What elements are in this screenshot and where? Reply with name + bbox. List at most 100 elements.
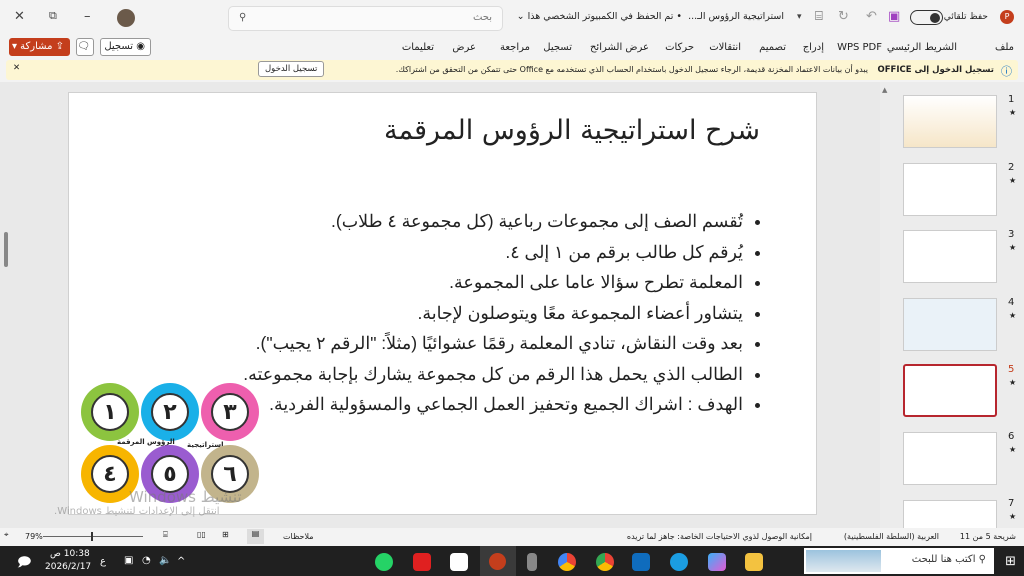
whatsapp-icon[interactable] bbox=[375, 553, 393, 571]
bullet-item: المعلمة تطرح سؤالا عاما على المجموعة. bbox=[243, 267, 743, 298]
minimize-button[interactable]: – bbox=[84, 9, 91, 24]
avatar[interactable] bbox=[117, 9, 135, 27]
notifications-icon[interactable]: 🗩 bbox=[17, 553, 31, 575]
close-notification-icon[interactable]: ✕ bbox=[13, 63, 20, 73]
input-language[interactable]: ع bbox=[100, 556, 106, 567]
badge-number: ٣ bbox=[211, 393, 249, 431]
slide-number: 4 bbox=[1008, 297, 1015, 308]
file-title[interactable]: استراتيجية الرؤوس الـ... • تم الحفظ في ا… bbox=[517, 11, 784, 22]
chrome-icon[interactable] bbox=[596, 553, 614, 571]
status-bar: شريحة 5 من 11 العربية (السلطة الفلسطينية… bbox=[0, 528, 1024, 546]
slide-number: 1 bbox=[1008, 94, 1015, 105]
slide-thumbnail-1[interactable] bbox=[903, 95, 997, 148]
thumbnails-scrollbar[interactable]: ▲ bbox=[882, 86, 888, 526]
recorder-icon[interactable] bbox=[527, 553, 537, 571]
slide-counter: شريحة 5 من 11 bbox=[959, 532, 1016, 541]
redo-icon[interactable]: ↻ bbox=[838, 9, 849, 24]
autosave-toggle[interactable] bbox=[910, 10, 943, 25]
zoom-slider[interactable] bbox=[28, 532, 143, 541]
comments-button[interactable]: 🗨 bbox=[76, 38, 94, 56]
customize-qat-icon[interactable]: ▾ bbox=[797, 12, 802, 22]
taskbar-search[interactable]: ⚲ اكتب هنا للبحث bbox=[804, 548, 994, 574]
slide-sorter-icon[interactable]: ⊞ bbox=[222, 530, 229, 539]
tab-insert[interactable]: إدراج bbox=[803, 42, 824, 53]
chrome-profile-icon[interactable] bbox=[558, 553, 576, 571]
slide-canvas[interactable]: شرح استراتيجية الرؤوس المرقمة تُقسم الصف… bbox=[54, 92, 817, 517]
bullet-item: تُقسم الصف إلى مجموعات رباعية (كل مجموعة… bbox=[243, 206, 743, 237]
close-button[interactable]: ✕ bbox=[14, 9, 25, 24]
slide-number: 2 bbox=[1008, 162, 1015, 173]
slide-scrollbar[interactable] bbox=[868, 84, 874, 524]
slide-number: 7 bbox=[1008, 498, 1015, 509]
clock-time[interactable]: 10:38 ص bbox=[50, 549, 90, 559]
record-button[interactable]: ◉ تسجيل bbox=[100, 38, 151, 56]
number-badge-1: ١ bbox=[81, 383, 139, 441]
powerpoint-icon: P bbox=[1000, 10, 1014, 24]
badge-number: ٢ bbox=[151, 393, 189, 431]
bullet-list[interactable]: تُقسم الصف إلى مجموعات رباعية (كل مجموعة… bbox=[243, 206, 761, 420]
slide-thumbnail-2[interactable] bbox=[903, 163, 997, 216]
save-icon[interactable]: ▣ bbox=[888, 9, 900, 24]
notification-message: يبدو أن بيانات الاعتماد المخزنة قديمة، ا… bbox=[395, 65, 868, 74]
zoom-level[interactable]: 79% bbox=[25, 532, 43, 541]
language-status[interactable]: العربية (السلطة الفلسطينية) bbox=[844, 532, 939, 541]
info-icon: ⓘ bbox=[1001, 65, 1012, 78]
slide-thumbnail-6[interactable] bbox=[903, 432, 997, 485]
vertical-scrollbar[interactable] bbox=[4, 232, 8, 267]
zoom-thumb[interactable] bbox=[91, 532, 93, 541]
search-highlight-image bbox=[806, 550, 881, 572]
bullet-item: يتشاور أعضاء المجموعة معًا ويتوصلون لإجا… bbox=[243, 298, 743, 329]
present-icon[interactable]: ⌸ bbox=[815, 9, 823, 24]
show-hidden-icons[interactable]: ^ bbox=[177, 556, 185, 567]
tab-view[interactable]: عرض bbox=[452, 42, 476, 53]
notification-title: تسجيل الدخول إلى OFFICE bbox=[877, 65, 995, 75]
start-button[interactable]: ⊞ bbox=[1005, 554, 1016, 569]
powerpoint-taskbar-icon[interactable] bbox=[480, 546, 516, 576]
tab-wps-pdf[interactable]: WPS PDF bbox=[837, 42, 882, 53]
copilot-icon[interactable] bbox=[708, 553, 726, 571]
tab-review[interactable]: مراجعة bbox=[500, 42, 530, 53]
outlook-icon[interactable] bbox=[632, 553, 650, 571]
slideshow-icon[interactable]: ⌸ bbox=[163, 530, 168, 540]
notification-bar: ⓘ تسجيل الدخول إلى OFFICE يبدو أن بيانات… bbox=[6, 60, 1018, 80]
tab-transitions[interactable]: انتقالات bbox=[709, 42, 741, 53]
wifi-icon[interactable]: ◔ bbox=[142, 555, 151, 566]
tab-slideshow[interactable]: عرض الشرائح bbox=[590, 42, 649, 53]
file-explorer-icon[interactable] bbox=[745, 553, 763, 571]
restore-button[interactable]: ⧉ bbox=[49, 9, 57, 23]
notes-button[interactable]: ملاحظات bbox=[283, 532, 314, 541]
undo-icon[interactable]: ↶ bbox=[866, 9, 877, 24]
normal-view-icon[interactable]: ▤ bbox=[247, 529, 264, 544]
edge-icon[interactable] bbox=[670, 553, 688, 571]
fit-slide-icon[interactable]: ⌖ bbox=[4, 530, 9, 540]
tab-help[interactable]: تعليمات bbox=[402, 42, 434, 53]
slide-title[interactable]: شرح استراتيجية الرؤوس المرقمة bbox=[384, 115, 760, 146]
slide-thumbnail-3[interactable] bbox=[903, 230, 997, 283]
search-placeholder: بحث bbox=[472, 12, 492, 23]
sign-in-button[interactable]: تسجيل الدخول bbox=[258, 61, 325, 77]
slide-thumbnail-7[interactable] bbox=[903, 500, 997, 530]
store-icon[interactable] bbox=[450, 553, 468, 571]
animation-star-icon: ★ bbox=[1009, 445, 1017, 454]
network-icon[interactable]: ▣ bbox=[124, 555, 133, 566]
wps-icon[interactable] bbox=[413, 553, 431, 571]
number-badge-2: ٢ bbox=[141, 383, 199, 441]
clock-date[interactable]: 2026/2/17 bbox=[45, 562, 91, 572]
volume-icon[interactable]: 🔈 bbox=[159, 555, 171, 566]
slide-thumbnail-4[interactable] bbox=[903, 298, 997, 351]
slide-thumbnails-panel: ▲ 1 ★ 2 ★ 3 ★ 4 ★ 5 ★ 6 ★ 7 ★ bbox=[880, 82, 1024, 530]
accessibility-status[interactable]: إمكانية الوصول لذوي الاحتياجات الخاصة: ج… bbox=[627, 532, 812, 541]
bullet-item: الهدف : اشراك الجميع وتحفيز العمل الجماع… bbox=[243, 389, 743, 420]
tab-record[interactable]: تسجيل bbox=[543, 42, 572, 53]
save-status: • تم الحفظ في الكمبيوتر الشخصي هذا bbox=[527, 11, 683, 22]
reading-view-icon[interactable]: ▯▯ bbox=[197, 530, 206, 539]
tab-design[interactable]: تصميم bbox=[759, 42, 786, 53]
slide-thumbnail-5[interactable] bbox=[903, 364, 997, 417]
share-button[interactable]: ⇪ مشاركة ▾ bbox=[9, 38, 70, 56]
badge-number: ١ bbox=[91, 393, 129, 431]
tab-home[interactable]: الشريط الرئيسي bbox=[887, 42, 957, 53]
tab-animations[interactable]: حركات bbox=[665, 42, 694, 53]
animation-star-icon: ★ bbox=[1009, 243, 1017, 252]
tab-file[interactable]: ملف bbox=[995, 42, 1014, 53]
search-box[interactable]: ⚲ بحث bbox=[228, 6, 503, 31]
